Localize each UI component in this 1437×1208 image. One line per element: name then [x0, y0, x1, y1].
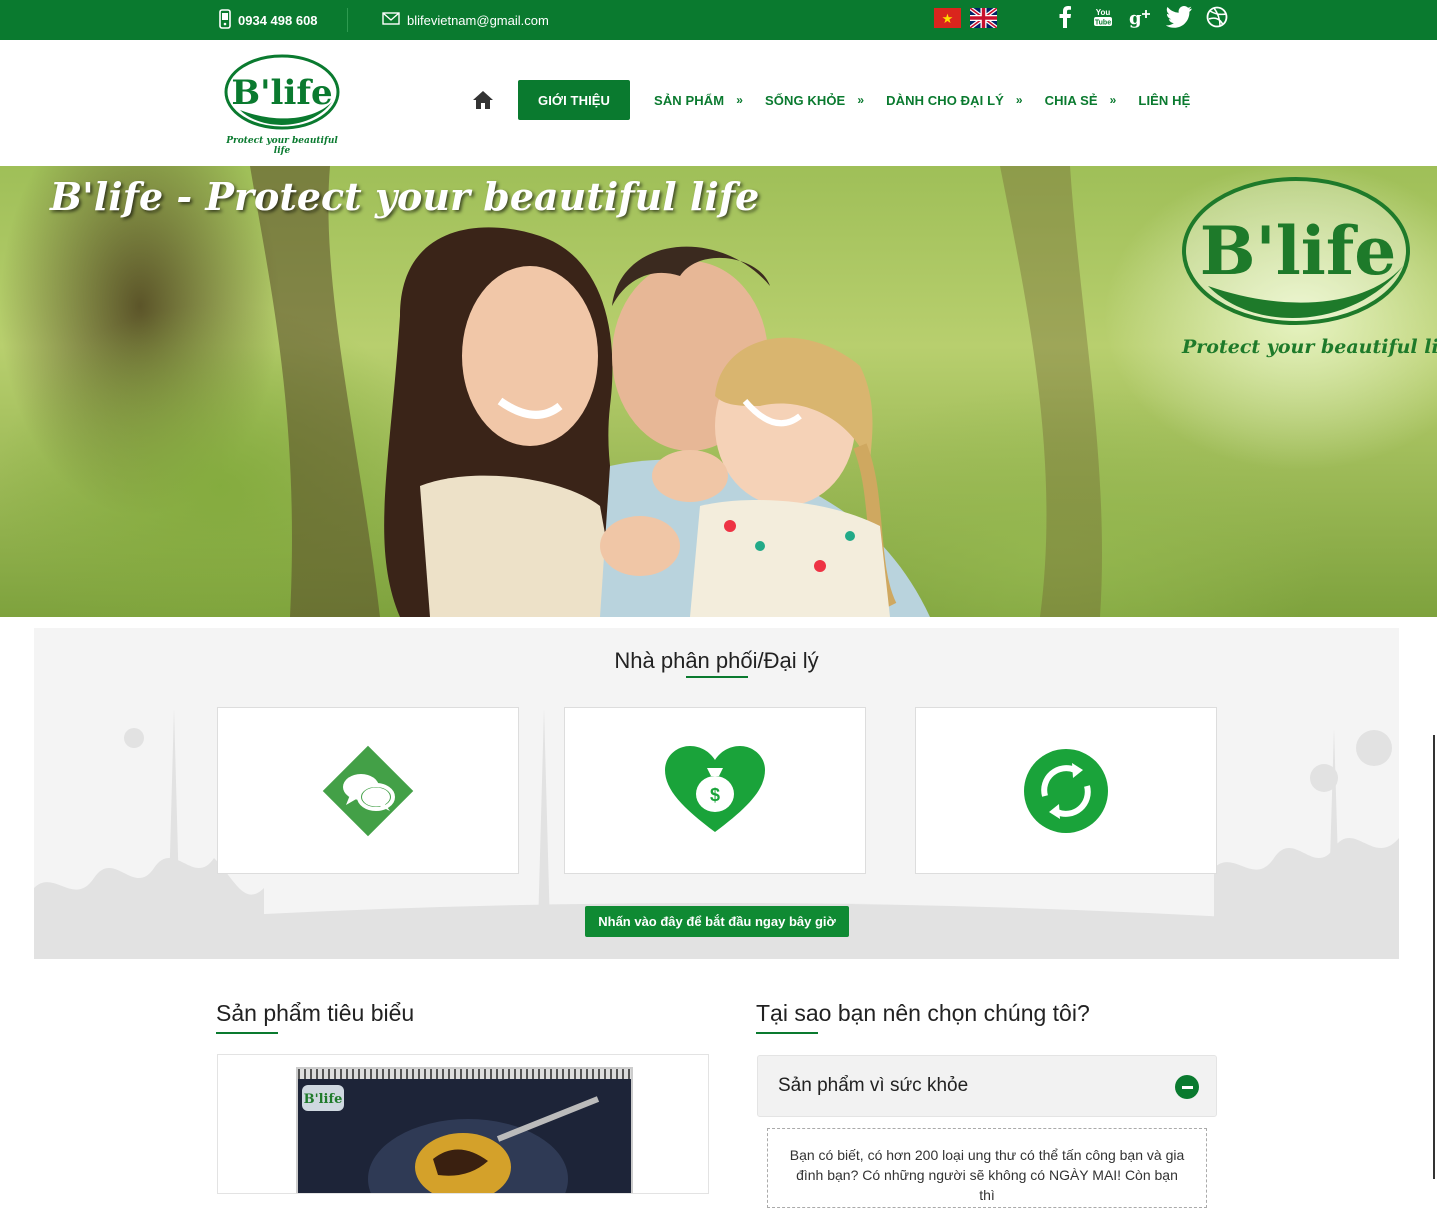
site-logo[interactable]: B'life Protect your beautiful life [222, 52, 342, 156]
nav-label: SẢN PHẨM [654, 92, 725, 108]
divider [347, 8, 348, 32]
logo-tagline: Protect your beautiful life [226, 136, 338, 156]
nav-label: LIÊN HỆ [1138, 92, 1191, 108]
site-header: B'life Protect your beautiful life GIỚI … [0, 40, 1437, 166]
logo-text: B'life [231, 73, 332, 113]
nav-item-song-khoe[interactable]: SỐNG KHỎE » [765, 93, 864, 108]
accordion-body: Bạn có biết, có hơn 200 loại ung thư có … [767, 1128, 1207, 1208]
title-underline [756, 1032, 818, 1034]
chevron-double-right-icon: » [857, 93, 865, 107]
nav-item-gioi-thieu[interactable]: GIỚI THIỆU [518, 80, 631, 120]
calendar-spiral [298, 1069, 631, 1079]
svg-text:You: You [1096, 8, 1111, 17]
phone-number: 0934 498 608 [238, 12, 318, 28]
social-links: You Tube g [1052, 6, 1230, 34]
envelope-icon [382, 12, 400, 28]
phone-icon [219, 8, 231, 32]
google-plus-icon[interactable]: g [1128, 6, 1154, 34]
product-image[interactable]: B'life [296, 1067, 633, 1193]
section-title: Nhà phân phối/Đại lý [614, 648, 819, 673]
nav-label: DÀNH CHO ĐẠI LÝ [886, 92, 1004, 108]
chat-bubbles-icon [313, 736, 423, 846]
email-address: blifevietnam@gmail.com [407, 12, 549, 28]
money-heart-icon: $ [660, 736, 770, 846]
youtube-icon[interactable]: You Tube [1090, 6, 1116, 34]
get-started-button[interactable]: Nhấn vào đây để bắt đầu ngay bây giờ [585, 906, 849, 937]
product-logo-text: B'life [304, 1092, 343, 1107]
language-switcher: ★ [934, 8, 997, 28]
chevron-double-right-icon: » [1109, 93, 1117, 107]
nav-label: CHIA SẺ [1044, 92, 1098, 108]
home-icon[interactable] [470, 87, 496, 113]
hero-title: B'life - Protect your beautiful life [50, 174, 760, 219]
main-nav: GIỚI THIỆU SẢN PHẨM » SỐNG KHỎE » DÀNH CHO… [470, 80, 1212, 120]
nav-item-danh-cho-dai-ly[interactable]: DÀNH CHO ĐẠI LÝ » [886, 93, 1023, 108]
chevron-double-right-icon: » [736, 93, 743, 107]
title-underline [686, 676, 748, 678]
accordion-title: Sản phẩm vì sức khỏe [778, 1075, 969, 1096]
nav-item-san-pham[interactable]: SẢN PHẨM » [654, 93, 743, 108]
top-bar: 0934 498 608 blifevietnam@gmail.com ★ Yo… [0, 0, 1437, 40]
svg-text:Tube: Tube [1095, 20, 1111, 27]
twitter-icon[interactable] [1165, 6, 1192, 34]
hero-banner: B'life - Protect your beautiful life B'l… [0, 166, 1437, 617]
feature-card-cycle[interactable] [915, 707, 1217, 874]
feature-card-contact[interactable] [217, 707, 519, 874]
hero-logo-text: B'life [1200, 212, 1397, 290]
uk-flag-icon[interactable] [970, 8, 997, 28]
vietnam-flag-icon[interactable]: ★ [934, 8, 961, 28]
svg-text:g: g [1129, 8, 1142, 28]
svg-text:$: $ [710, 785, 720, 805]
chevron-double-right-icon: » [1015, 93, 1023, 107]
feature-card-profit[interactable]: $ [564, 707, 866, 874]
nav-item-chia-se[interactable]: CHIA SẺ » [1045, 93, 1117, 108]
scroll-edge [1433, 735, 1435, 1179]
nav-label: SỐNG KHỎE [764, 92, 846, 108]
why-choose-us-title: Tại sao bạn nên chọn chúng tôi? [756, 1000, 1090, 1026]
nav-label: GIỚI THIỆU [538, 92, 611, 108]
nav-item-lien-he[interactable]: LIÊN HỆ [1138, 93, 1190, 108]
featured-products-title: Sản phẩm tiêu biểu [216, 1000, 415, 1026]
title-underline [216, 1032, 278, 1034]
distributor-section: Nhà phân phối/Đại lý $ Nhấn vào đây để b… [34, 628, 1399, 959]
featured-product-card[interactable]: B'life [217, 1054, 709, 1194]
email-contact[interactable]: blifevietnam@gmail.com [382, 10, 549, 30]
collapse-minus-icon[interactable] [1175, 1075, 1199, 1099]
recycle-icon [1011, 736, 1121, 846]
dribbble-icon[interactable] [1204, 6, 1230, 34]
phone-contact[interactable]: 0934 498 608 [219, 8, 318, 32]
hero-logo-tagline: Protect your beautiful life [1182, 336, 1437, 358]
facebook-icon[interactable] [1052, 6, 1078, 34]
accordion-header[interactable]: Sản phẩm vì sức khỏe [757, 1055, 1217, 1117]
